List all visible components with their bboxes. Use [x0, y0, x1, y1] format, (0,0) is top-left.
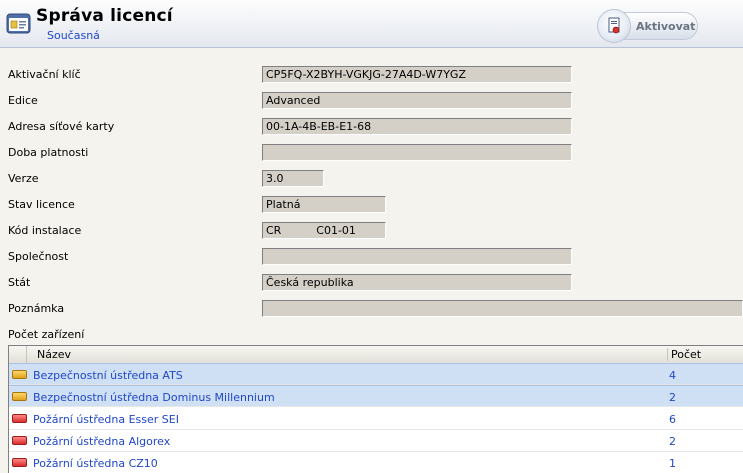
- label-validity: Doba platnosti: [8, 146, 89, 159]
- fire-panel-icon: [12, 458, 27, 467]
- device-name: Bezpečnostní ústředna ATS: [33, 369, 183, 382]
- label-note: Poznámka: [8, 302, 65, 315]
- activate-button[interactable]: Aktivovat: [597, 9, 698, 43]
- column-header-count[interactable]: Počet: [671, 348, 701, 361]
- document-key-icon: [608, 17, 620, 34]
- label-edition: Edice: [8, 94, 38, 107]
- device-name: Požární ústředna Algorex: [33, 435, 171, 448]
- device-count: 2: [669, 435, 676, 448]
- device-count: 2: [669, 391, 676, 404]
- device-name: Požární ústředna Esser SEI: [33, 413, 179, 426]
- country-field[interactable]: Česká republika: [262, 274, 572, 291]
- table-row[interactable]: Bezpečnostní ústředna Dominus Millennium…: [9, 385, 743, 407]
- header-select-column[interactable]: [9, 346, 27, 363]
- label-license-status: Stav licence: [8, 198, 75, 211]
- device-name: Požární ústředna CZ10: [33, 457, 158, 470]
- devices-section-label: Počet zařízení: [8, 328, 85, 341]
- company-field[interactable]: [262, 248, 572, 265]
- label-version: Verze: [8, 172, 39, 185]
- fire-panel-icon: [12, 436, 27, 445]
- devices-table: Název Počet Bezpečnostní ústředna ATS 4 …: [8, 345, 743, 473]
- license-card-icon: [6, 13, 31, 34]
- device-name: Bezpečnostní ústředna Dominus Millennium: [33, 391, 275, 404]
- label-country: Stát: [8, 276, 31, 289]
- page-subtitle: Současná: [47, 29, 100, 42]
- label-network-card: Adresa síťové karty: [8, 120, 115, 133]
- activate-button-label: Aktivovat: [636, 20, 696, 33]
- security-panel-icon: [12, 392, 27, 401]
- table-row[interactable]: Požární ústředna Esser SEI 6: [9, 408, 743, 430]
- label-install-code: Kód instalace: [8, 224, 82, 237]
- page-title: Správa licencí: [36, 6, 173, 26]
- column-header-name[interactable]: Název: [37, 348, 71, 361]
- network-card-field[interactable]: 00-1A-4B-EB-E1-68: [262, 118, 572, 135]
- table-row[interactable]: Bezpečnostní ústředna ATS 4: [9, 363, 743, 385]
- header: Správa licencí Současná Aktivovat: [0, 0, 743, 48]
- table-row[interactable]: Požární ústředna CZ10 1: [9, 452, 743, 473]
- validity-field[interactable]: [262, 144, 572, 161]
- device-count: 6: [669, 413, 676, 426]
- table-row[interactable]: Požární ústředna Algorex 2: [9, 430, 743, 452]
- fire-panel-icon: [12, 414, 27, 423]
- edition-field[interactable]: Advanced: [262, 92, 572, 109]
- column-divider[interactable]: [667, 348, 668, 361]
- device-count: 4: [669, 369, 676, 382]
- activation-key-field[interactable]: CP5FQ-X2BYH-VGKJG-27A4D-W7YGZ: [262, 66, 572, 83]
- activate-button-circle: [597, 9, 631, 43]
- version-field[interactable]: 3.0: [262, 170, 324, 187]
- label-company: Společnost: [8, 250, 69, 263]
- label-activation-key: Aktivační klíč: [8, 68, 81, 81]
- note-field[interactable]: [262, 300, 743, 317]
- install-code-field[interactable]: CR C01-01: [262, 222, 386, 239]
- license-status-field[interactable]: Platná: [262, 196, 386, 213]
- security-panel-icon: [12, 370, 27, 379]
- devices-table-header: Název Počet: [9, 346, 743, 364]
- device-count: 1: [669, 457, 676, 470]
